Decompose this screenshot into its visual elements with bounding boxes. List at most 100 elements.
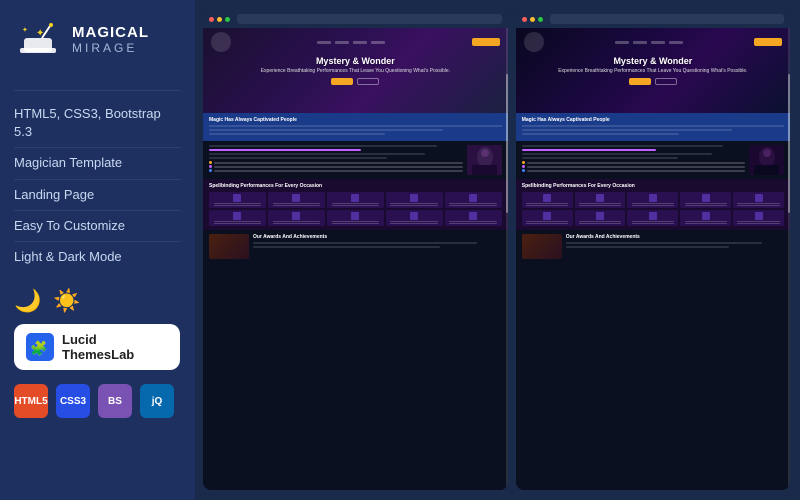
services-grid-4 (522, 210, 784, 226)
feature-item-4: Easy To Customize (14, 211, 181, 242)
service-card-13 (627, 192, 678, 208)
services-section-1: Spellbinding Performances For Every Occa… (203, 179, 508, 230)
service-card-15 (733, 192, 784, 208)
section-line-2 (522, 125, 784, 127)
svg-text:🧩: 🧩 (30, 340, 47, 357)
service-icon-13 (649, 194, 657, 202)
mode-toggle-area: 🌙 ☀️ (14, 288, 81, 314)
text-line-5 (522, 133, 679, 135)
st-line-3 (273, 203, 321, 204)
dot-item-2 (209, 165, 463, 168)
brand-name-text: MAGICAL MIRAGE (72, 25, 149, 56)
awards-section-1: Our Awards And Achievements (203, 230, 508, 263)
service-card-10 (445, 210, 502, 226)
dark-mode-icon[interactable]: 🌙 (14, 288, 41, 314)
st2-line-16 (632, 223, 674, 224)
text-line-4 (522, 129, 732, 131)
maximize-dot (225, 17, 230, 22)
magic-section-title-1: Magic Has Always Captivated People (209, 117, 502, 123)
st2-line-1 (526, 203, 568, 204)
awards-image-1 (209, 234, 249, 259)
st-line-7 (390, 203, 438, 204)
feature-item-1: HTML5, CSS3, Bootstrap 5.3 (14, 99, 181, 148)
st2-line-11 (526, 221, 568, 222)
main-content: Mystery & Wonder Experience Breathtaking… (195, 0, 800, 500)
hero-secondary-btn-2 (655, 78, 677, 85)
service-icon-11 (543, 194, 551, 202)
st-line-20 (449, 223, 497, 224)
st-line-2 (214, 205, 262, 206)
st-line-9 (449, 203, 497, 204)
magician-image-1 (467, 145, 502, 175)
sidebar-divider (14, 90, 181, 91)
service-card-11 (522, 192, 573, 208)
dot-item-3 (209, 169, 463, 172)
content-section-2 (516, 141, 790, 179)
st2-line-15 (632, 221, 674, 222)
lucid-label: Lucid ThemesLab (62, 332, 168, 362)
st-line-11 (214, 221, 262, 222)
feature-item-3: Landing Page (14, 180, 181, 211)
nav-link-7 (651, 41, 665, 44)
service-icon-3 (351, 194, 359, 202)
st2-line-20 (737, 223, 779, 224)
st2-line-6 (632, 205, 674, 206)
service-card-20 (733, 210, 784, 226)
service-icon-1 (233, 194, 241, 202)
st2-line-5 (632, 203, 674, 204)
st2-line-10 (737, 205, 779, 206)
st2-line-8 (685, 205, 727, 206)
hero-title-1: Mystery & Wonder (316, 56, 395, 68)
tech-badges: HTML5 CSS3 BS jQ (14, 384, 174, 418)
dot-1 (209, 161, 212, 164)
service-card-1 (209, 192, 266, 208)
maximize-dot-2 (538, 17, 543, 22)
service-icon-17 (596, 212, 604, 220)
lucid-badge[interactable]: 🧩 Lucid ThemesLab (14, 324, 180, 370)
dot-text-2 (214, 166, 463, 168)
dot-text-1 (214, 162, 463, 164)
magic-section-title-2: Magic Has Always Captivated People (522, 117, 784, 123)
st-line-17 (390, 221, 438, 222)
hero-title-2: Mystery & Wonder (613, 56, 692, 68)
st2-line-14 (579, 223, 621, 224)
service-icon-18 (649, 212, 657, 220)
logo-area: ✦ ✦ · MAGICAL MIRAGE (14, 16, 149, 64)
blue-section-2: Magic Has Always Captivated People (516, 113, 790, 141)
st-line-1 (214, 203, 262, 204)
dot-4 (522, 161, 525, 164)
scrollbar-1 (506, 28, 508, 490)
services-title-2: Spellbinding Performances For Every Occa… (522, 183, 784, 189)
preview-nav-1 (203, 32, 508, 52)
feature-item-2: Magician Template (14, 148, 181, 179)
html5-badge: HTML5 (14, 384, 48, 418)
dot-list-2 (522, 161, 745, 172)
service-icon-19 (702, 212, 710, 220)
st2-line-12 (526, 223, 568, 224)
service-card-3 (327, 192, 384, 208)
dot-5 (522, 165, 525, 168)
content-text-2 (522, 145, 745, 175)
hero-buttons-1 (331, 78, 379, 85)
service-card-17 (575, 210, 626, 226)
service-icon-9 (410, 212, 418, 220)
services-grid-2 (209, 210, 502, 226)
awards-title-1: Our Awards And Achievements (253, 234, 502, 240)
service-card-12 (575, 192, 626, 208)
ct-line-1 (209, 145, 437, 147)
light-mode-icon[interactable]: ☀️ (53, 288, 80, 314)
service-icon-14 (702, 194, 710, 202)
st2-line-2 (526, 205, 568, 206)
st2-line-7 (685, 203, 727, 204)
hero-secondary-btn-1 (357, 78, 379, 85)
st-line-10 (449, 205, 497, 206)
awards2-line-1 (566, 242, 762, 244)
service-card-14 (680, 192, 731, 208)
st2-line-17 (685, 221, 727, 222)
nav-cta-btn-2 (754, 38, 782, 46)
service-card-19 (680, 210, 731, 226)
dot-6 (522, 169, 525, 172)
accent-line-1 (209, 149, 361, 151)
st2-line-9 (737, 203, 779, 204)
service-card-8 (327, 210, 384, 226)
